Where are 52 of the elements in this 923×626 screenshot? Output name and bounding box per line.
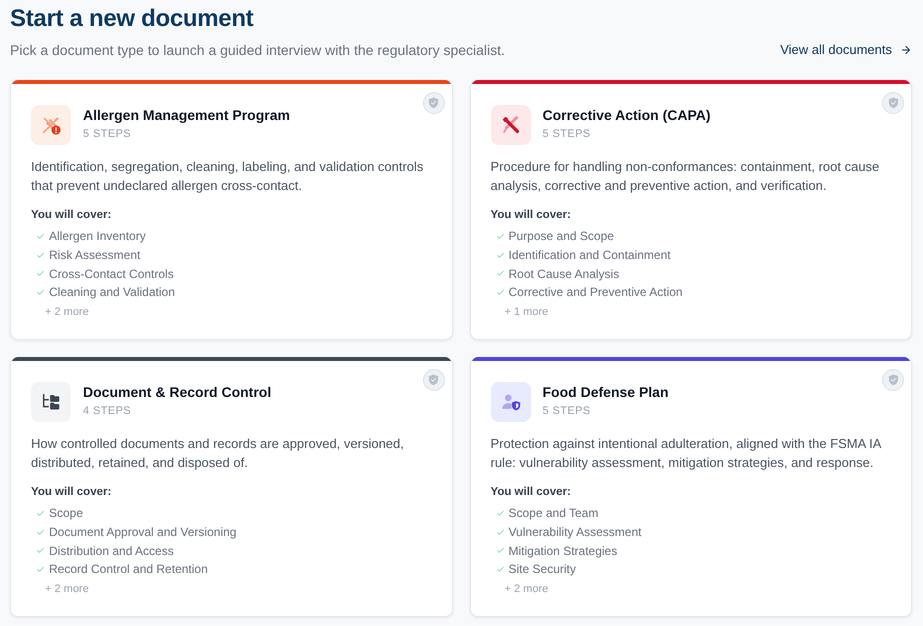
card-description: Procedure for handling non-conformances: containment, root cause analysis, corrective and preventive action, and verification. [490, 158, 880, 195]
card-title: Allergen Management Program [83, 106, 290, 124]
arrow-right-icon [900, 44, 912, 56]
topic-label: Document Approval and Versioning [49, 524, 236, 540]
shield-badge-icon [882, 92, 904, 114]
topic-label: Root Cause Analysis [508, 266, 620, 282]
topic-label: Distribution and Access [49, 542, 174, 559]
document-card[interactable] [470, 80, 912, 340]
topic-label: Corrective and Preventive Action [508, 284, 683, 300]
topic-label: Purpose and Scope [508, 228, 614, 244]
topic-label: Risk Assessment [49, 247, 140, 264]
step-count: 5 STEPS [542, 127, 591, 142]
topic-label: Vulnerability Assessment [508, 524, 642, 540]
card-description: Identification, segregation, cleaning, labeling, and validation controls that prevent undeclared allergen cross-contact. [31, 158, 424, 195]
wheat-alert-icon [31, 105, 71, 145]
card-title: Document & Record Control [83, 383, 272, 401]
page-title: Start a new document [10, 4, 254, 34]
more-count: + 2 more [45, 304, 89, 320]
card-title: Corrective Action (CAPA) [542, 106, 711, 124]
shield-badge-icon [422, 92, 444, 114]
card-description: Protection against intentional adulteration, aligned with the FSMA IA rule: vulnerability assessment, mitigation strategies, and response. [490, 435, 882, 472]
topic-label: Mitigation Strategies [508, 542, 618, 559]
tools-icon [490, 105, 530, 145]
cover-label: You will cover: [31, 485, 112, 500]
topic-label: Record Control and Retention [49, 561, 208, 578]
topic-label: Cross-Contact Controls [49, 266, 174, 282]
topic-label: Cleaning and Validation [49, 284, 175, 300]
card-description: How controlled documents and records are approved, versioned, distributed, retained, and disposed of. [31, 435, 405, 472]
user-shield-icon [490, 382, 530, 422]
view-all-link[interactable]: View all documents [780, 40, 912, 60]
shield-badge-icon [422, 369, 444, 391]
more-count: + 2 more [504, 582, 548, 597]
cover-label: You will cover: [490, 485, 571, 500]
document-card[interactable] [10, 80, 452, 340]
cover-label: You will cover: [490, 208, 571, 223]
card-title: Food Defense Plan [542, 383, 669, 401]
topic-label: Scope [49, 505, 84, 522]
more-count: + 1 more [504, 304, 548, 320]
topic-label: Identification and Containment [508, 247, 671, 264]
step-count: 5 STEPS [542, 404, 591, 419]
step-count: 5 STEPS [83, 127, 132, 142]
page-subtitle: Pick a document type to launch a guided interview with the regulatory specialist. [10, 41, 505, 60]
step-count: 4 STEPS [83, 404, 132, 419]
topic-label: Allergen Inventory [49, 228, 146, 244]
document-card[interactable] [10, 357, 452, 617]
more-count: + 2 more [45, 582, 89, 597]
cover-label: You will cover: [31, 208, 112, 223]
topic-label: Scope and Team [508, 505, 598, 522]
folder-tree-icon [31, 382, 71, 422]
document-card[interactable] [470, 357, 912, 617]
shield-badge-icon [882, 369, 904, 391]
topic-label: Site Security [508, 561, 576, 578]
